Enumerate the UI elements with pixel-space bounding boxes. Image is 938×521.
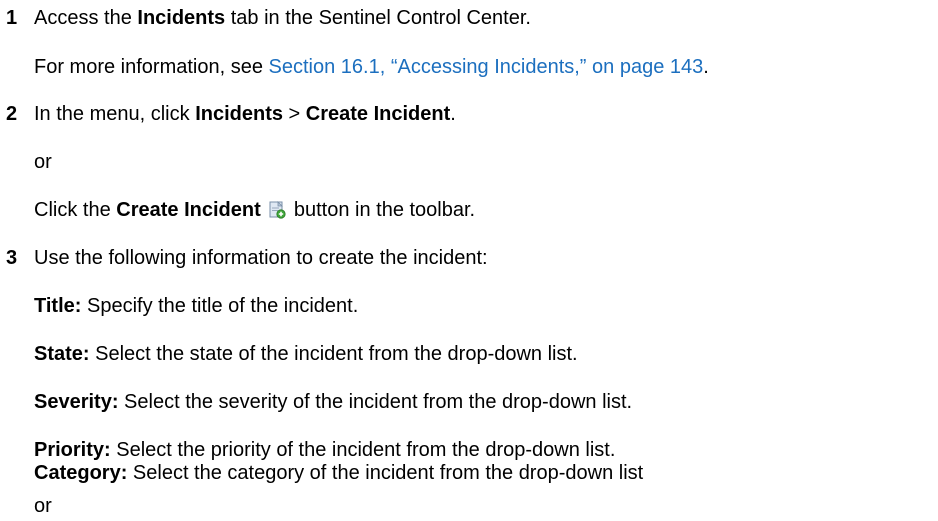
field-priority: Priority: Select the priority of the inc…: [34, 438, 615, 462]
field-label: Category:: [34, 462, 128, 484]
field-state: State: Select the state of the incident …: [34, 342, 578, 366]
step-1-info: For more information, see Section 16.1, …: [34, 55, 709, 79]
step-text: Access the: [34, 7, 138, 29]
field-description: Specify the title of the incident.: [81, 295, 359, 317]
field-description: Select the priority of the incident from…: [110, 439, 616, 461]
or-text: or: [34, 495, 52, 517]
field-description: Select the severity of the incident from…: [118, 391, 633, 413]
tab-name: Incidents: [137, 7, 226, 29]
field-severity: Severity: Select the severity of the inc…: [34, 390, 632, 414]
info-text: For more information, see: [34, 56, 269, 78]
step-number: 1: [6, 7, 18, 29]
field-label: State:: [34, 343, 90, 365]
field-label: Severity:: [34, 391, 119, 413]
step-text: button in the toolbar.: [288, 199, 476, 221]
info-text: .: [703, 56, 709, 78]
step-2-alternative: Click the Create Incident button in the …: [34, 198, 475, 222]
cross-reference-link[interactable]: Section 16.1, “Accessing Incidents,” on …: [269, 56, 704, 78]
menu-separator: >: [282, 103, 306, 125]
field-category: Category: Select the category of the inc…: [34, 461, 643, 485]
menu-item-name: Incidents: [195, 103, 283, 125]
document-page: { "steps": [ { "number": "1", "pre": "Ac…: [0, 0, 938, 521]
field-description: Select the state of the incident from th…: [89, 343, 578, 365]
field-description: Select the category of the incident from…: [127, 462, 644, 484]
field-label: Priority:: [34, 439, 111, 461]
step-text: In the menu, click: [34, 103, 196, 125]
step-text: .: [450, 103, 456, 125]
step-number: 2: [6, 103, 18, 125]
step-number: 3: [6, 247, 18, 269]
step-text: tab in the Sentinel Control Center.: [225, 7, 531, 29]
button-name: Create Incident: [116, 199, 261, 221]
or-text: or: [34, 151, 52, 173]
step-text: Use the following information to create …: [34, 247, 488, 269]
field-title: Title: Specify the title of the incident…: [34, 294, 358, 318]
step-text: Click the: [34, 199, 117, 221]
menu-item-name: Create Incident: [305, 103, 451, 125]
field-label: Title:: [34, 295, 82, 317]
create-incident-icon: [269, 201, 286, 219]
